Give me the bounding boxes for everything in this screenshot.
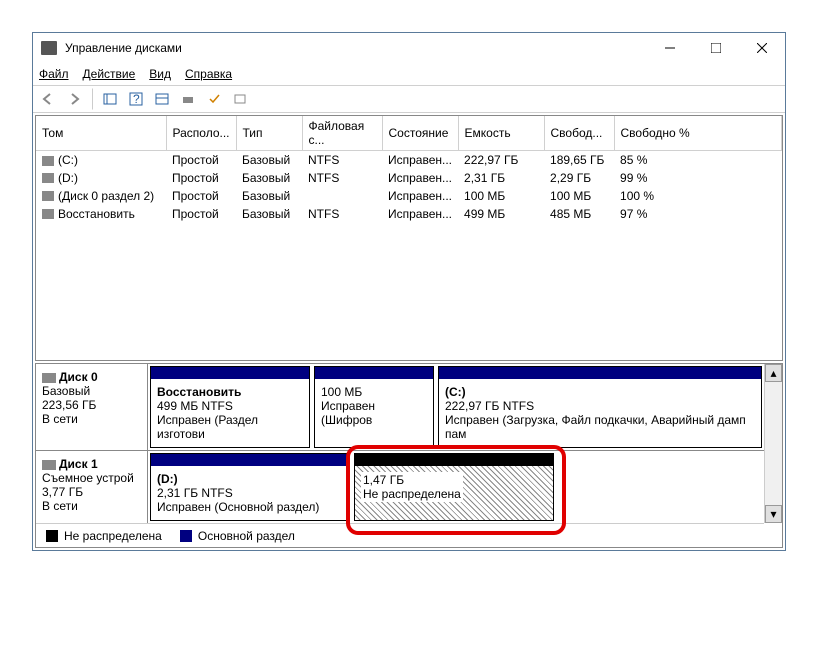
partition-header <box>439 367 761 379</box>
legend-swatch-unalloc <box>46 530 58 542</box>
maximize-button[interactable] <box>693 33 739 63</box>
minimize-button[interactable] <box>647 33 693 63</box>
col-status[interactable]: Состояние <box>382 116 458 151</box>
volume-table[interactable]: Том Располо... Тип Файловая с... Состоян… <box>35 115 783 361</box>
close-button[interactable] <box>739 33 785 63</box>
col-volume[interactable]: Том <box>36 116 166 151</box>
partition-header <box>355 454 553 466</box>
partition[interactable]: 100 МБИсправен (Шифров <box>314 366 434 448</box>
table-row[interactable]: (C:)ПростойБазовыйNTFSИсправен...222,97 … <box>36 151 782 169</box>
col-capacity[interactable]: Емкость <box>458 116 544 151</box>
scroll-down-icon[interactable]: ▾ <box>765 505 782 523</box>
scroll-up-icon[interactable]: ▴ <box>765 364 782 382</box>
disk-icon <box>42 373 56 383</box>
partition-unallocated[interactable]: 1,47 ГБНе распределена <box>354 453 554 521</box>
app-icon <box>41 41 57 55</box>
drive-icon <box>42 156 54 166</box>
menubar: Файл Действие Вид Справка <box>33 63 785 85</box>
drive-icon <box>42 173 54 183</box>
menu-file[interactable]: Файл <box>39 67 69 81</box>
disk-icon <box>42 460 56 470</box>
disk-graphical-pane: Диск 0 Базовый 223,56 ГБ В сети Восстано… <box>35 363 783 548</box>
col-free[interactable]: Свобод... <box>544 116 614 151</box>
drive-icon <box>42 191 54 201</box>
toolbar-btn-1[interactable] <box>99 88 121 110</box>
toolbar-btn-3[interactable] <box>177 88 199 110</box>
col-layout[interactable]: Располо... <box>166 116 236 151</box>
toolbar-btn-4[interactable] <box>203 88 225 110</box>
table-row[interactable]: (D:)ПростойБазовыйNTFSИсправен...2,31 ГБ… <box>36 169 782 187</box>
toolbar-btn-5[interactable] <box>229 88 251 110</box>
toolbar: ? <box>33 85 785 113</box>
disk-info[interactable]: Диск 0 Базовый 223,56 ГБ В сети <box>36 364 148 450</box>
partition-header <box>151 454 349 466</box>
partition-header <box>315 367 433 379</box>
disk-info[interactable]: Диск 1 Съемное устрой 3,77 ГБ В сети <box>36 451 148 523</box>
back-button[interactable] <box>37 88 59 110</box>
partition[interactable]: (D:)2,31 ГБ NTFSИсправен (Основной разде… <box>150 453 350 521</box>
scrollbar[interactable]: ▴ ▾ <box>764 364 782 523</box>
col-type[interactable]: Тип <box>236 116 302 151</box>
window-title: Управление дисками <box>65 41 647 55</box>
table-row[interactable]: (Диск 0 раздел 2)ПростойБазовыйИсправен.… <box>36 187 782 205</box>
menu-action[interactable]: Действие <box>83 67 136 81</box>
menu-view[interactable]: Вид <box>149 67 171 81</box>
col-freepct[interactable]: Свободно % <box>614 116 781 151</box>
forward-button[interactable] <box>63 88 85 110</box>
disk-row-0: Диск 0 Базовый 223,56 ГБ В сети Восстано… <box>36 364 764 451</box>
toolbar-btn-2[interactable] <box>151 88 173 110</box>
partition-header <box>151 367 309 379</box>
help-icon[interactable]: ? <box>125 88 147 110</box>
drive-icon <box>42 209 54 219</box>
titlebar[interactable]: Управление дисками <box>33 33 785 63</box>
col-fs[interactable]: Файловая с... <box>302 116 382 151</box>
disk-management-window: Управление дисками Файл Действие Вид Спр… <box>32 32 786 551</box>
legend: Не распределена Основной раздел <box>36 523 764 547</box>
table-row[interactable]: ВосстановитьПростойБазовыйNTFSИсправен..… <box>36 205 782 223</box>
legend-swatch-primary <box>180 530 192 542</box>
menu-help[interactable]: Справка <box>185 67 232 81</box>
svg-text:?: ? <box>133 92 140 106</box>
toolbar-separator <box>91 88 93 110</box>
partition[interactable]: Восстановить499 МБ NTFSИсправен (Раздел … <box>150 366 310 448</box>
disk-row-1: Диск 1 Съемное устрой 3,77 ГБ В сети (D:… <box>36 451 764 523</box>
partition[interactable]: (C:)222,97 ГБ NTFSИсправен (Загрузка, Фа… <box>438 366 762 448</box>
